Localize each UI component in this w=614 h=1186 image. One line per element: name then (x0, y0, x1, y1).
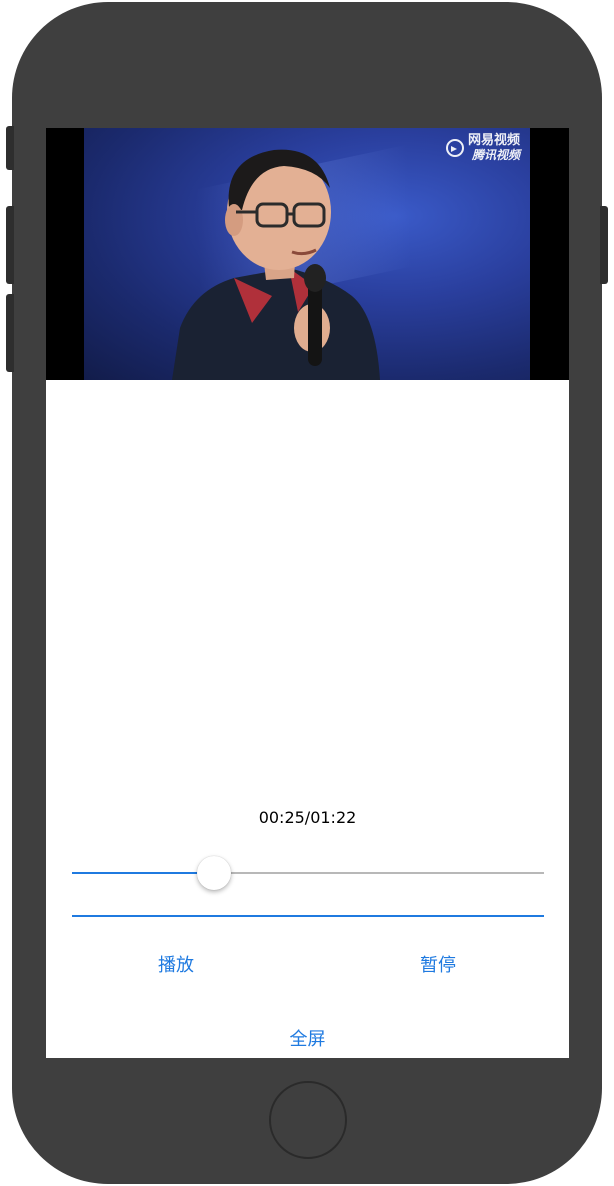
mute-switch (6, 126, 14, 170)
power-button (600, 206, 608, 284)
video-player[interactable]: 网易视频 腾讯视频 (46, 128, 569, 380)
slider-fill (72, 872, 214, 874)
pause-button[interactable]: 暂停 (420, 951, 456, 977)
app-screen: 网易视频 腾讯视频 00:25/01:22 播放 暂停 全屏 (46, 128, 569, 1058)
progress-bar (72, 915, 544, 917)
watermark-line-2: 腾讯视频 (471, 148, 520, 162)
watermark-line-1: 网易视频 (467, 133, 520, 148)
volume-down-button (6, 294, 14, 372)
home-button[interactable] (269, 1081, 347, 1159)
play-button[interactable]: 播放 (158, 951, 194, 977)
fullscreen-button[interactable]: 全屏 (46, 1025, 569, 1051)
speaker-figure (172, 149, 380, 380)
video-watermark: 网易视频 腾讯视频 (445, 133, 520, 162)
seek-slider[interactable] (72, 856, 544, 890)
volume-up-button (6, 206, 14, 284)
time-display: 00:25/01:22 (258, 808, 357, 827)
video-frame: 网易视频 腾讯视频 (84, 128, 530, 380)
video-logo-icon (445, 139, 464, 157)
slider-thumb[interactable] (196, 856, 231, 890)
progress-fill (72, 915, 544, 917)
